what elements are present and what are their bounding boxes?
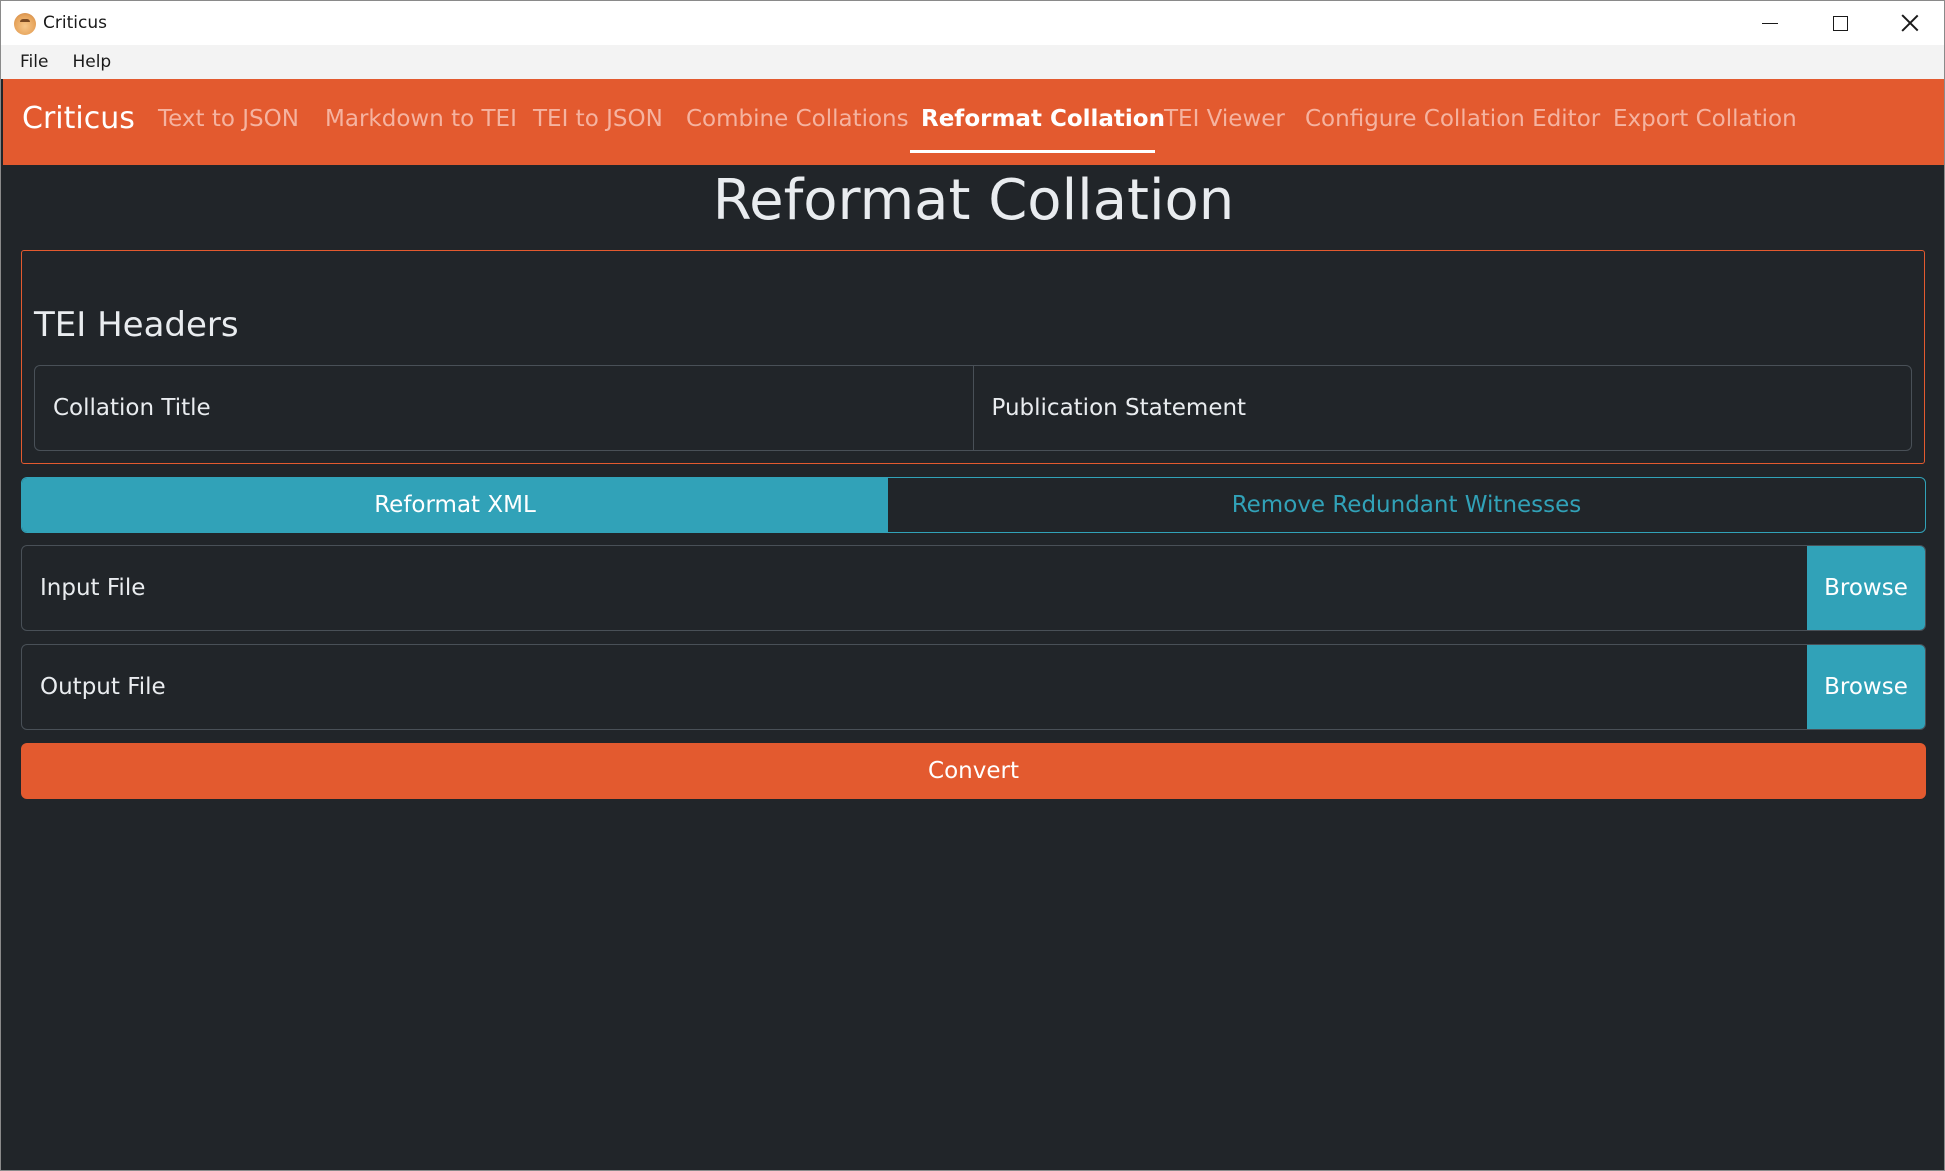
nav-configure-collation-editor[interactable]: Configure Collation Editor xyxy=(1305,106,1600,132)
reformat-xml-toggle[interactable]: Reformat XML xyxy=(22,478,888,532)
app-window: Criticus File Help Criticus Text to JSON… xyxy=(0,0,1945,1171)
menu-help[interactable]: Help xyxy=(60,52,123,72)
mode-toggle-group: Reformat XML Remove Redundant Witnesses xyxy=(21,477,1926,533)
navbar-brand[interactable]: Criticus xyxy=(22,101,135,136)
output-file-label: Output File xyxy=(40,674,166,700)
publication-statement-field[interactable]: Publication Statement xyxy=(972,366,1912,450)
tei-header-fields: Collation Title Publication Statement xyxy=(34,365,1912,451)
input-file-field[interactable]: Input File Browse xyxy=(21,545,1926,631)
convert-button[interactable]: Convert xyxy=(21,743,1926,799)
collation-title-field[interactable]: Collation Title xyxy=(35,366,973,450)
tei-headers-heading: TEI Headers xyxy=(34,305,239,345)
maximize-button[interactable] xyxy=(1805,1,1875,45)
nav-tei-to-json[interactable]: TEI to JSON xyxy=(533,106,663,132)
nav-text-to-json[interactable]: Text to JSON xyxy=(158,106,299,132)
nav-combine-collations[interactable]: Combine Collations xyxy=(686,106,909,132)
close-icon xyxy=(1901,14,1919,32)
menu-bar: File Help xyxy=(1,45,1944,79)
minimize-icon xyxy=(1762,22,1778,24)
input-browse-button[interactable]: Browse xyxy=(1807,546,1925,630)
title-bar: Criticus xyxy=(1,1,1944,45)
menu-file[interactable]: File xyxy=(8,52,60,72)
nav-markdown-to-tei[interactable]: Markdown to TEI xyxy=(325,106,517,132)
minimize-button[interactable] xyxy=(1735,1,1805,45)
output-browse-button[interactable]: Browse xyxy=(1807,645,1925,729)
navbar: Criticus Text to JSON Markdown to TEI TE… xyxy=(3,79,1944,165)
maximize-icon xyxy=(1832,15,1848,31)
output-file-field[interactable]: Output File Browse xyxy=(21,644,1926,730)
tei-headers-card: TEI Headers Collation Title Publication … xyxy=(21,250,1925,464)
close-button[interactable] xyxy=(1875,1,1945,45)
page-title: Reformat Collation xyxy=(712,168,1235,233)
active-tab-indicator xyxy=(910,150,1155,153)
nav-tei-viewer[interactable]: TEI Viewer xyxy=(1164,106,1285,132)
remove-redundant-witnesses-toggle[interactable]: Remove Redundant Witnesses xyxy=(888,478,1925,532)
window-title: Criticus xyxy=(43,13,107,33)
app-logo-icon xyxy=(14,13,36,35)
nav-reformat-collation[interactable]: Reformat Collation xyxy=(921,106,1165,132)
input-file-label: Input File xyxy=(40,575,146,601)
nav-export-collation[interactable]: Export Collation xyxy=(1613,106,1797,132)
